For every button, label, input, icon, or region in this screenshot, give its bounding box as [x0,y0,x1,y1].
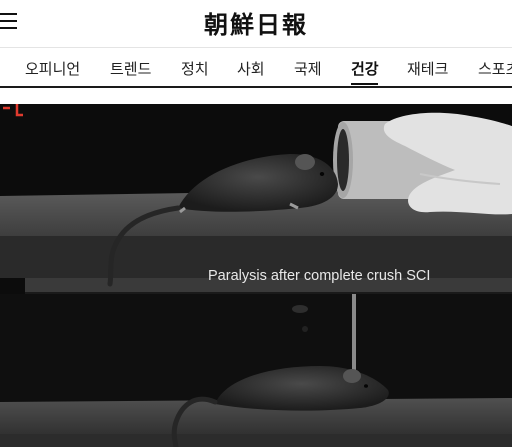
video-frame-image: Paralysis after complete crush SCI [0,104,512,447]
active-tab-indicator [351,83,378,85]
nav-item-trend[interactable]: 트렌드 [110,58,151,79]
nav-bottom-rule [0,86,512,88]
nav-item-finance[interactable]: 재테크 [407,58,448,79]
nav-item-politics[interactable]: 정치 [181,58,209,79]
nav-item-opinion[interactable]: 오피니언 [25,58,80,79]
video-caption: Paralysis after complete crush SCI [208,268,430,284]
nav-item-sports[interactable]: 스포츠 [478,58,512,79]
article-video[interactable]: Paralysis after complete crush SCI [0,104,512,447]
nav-item-health[interactable]: 건강 [351,58,379,79]
nav-item-society[interactable]: 사회 [237,58,265,79]
section-nav: 오피니언 트렌드 정치 사회 국제 건강 재테크 스포츠 [0,48,512,86]
top-bar: 朝鮮日報 [0,0,512,47]
nav-item-international[interactable]: 국제 [294,58,322,79]
site-logo[interactable]: 朝鮮日報 [0,5,512,40]
